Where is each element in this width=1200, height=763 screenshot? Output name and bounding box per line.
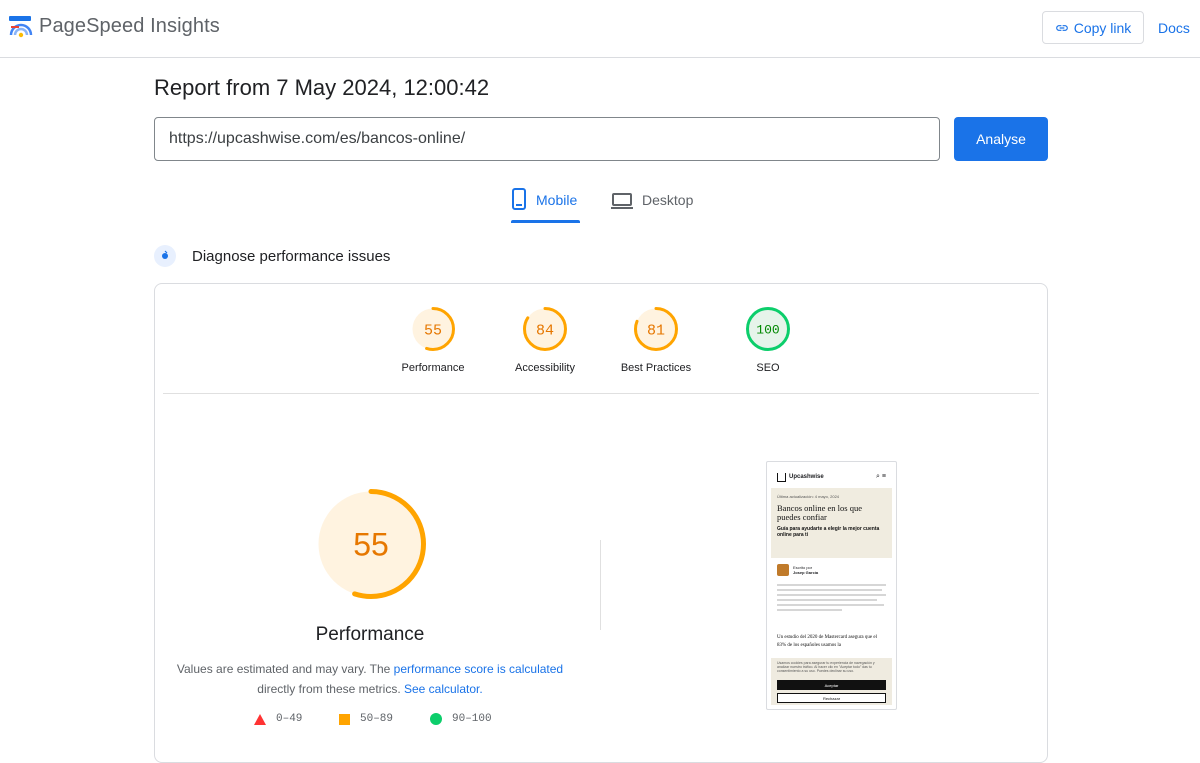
gauge-label: Performance bbox=[401, 362, 465, 374]
legend-range: 90–100 bbox=[452, 713, 492, 725]
site-heading: Bancos online en los que puedes confiar bbox=[777, 503, 862, 522]
gauge-seo[interactable]: 100 SEO bbox=[713, 306, 823, 374]
url-input[interactable] bbox=[154, 117, 940, 161]
section-divider bbox=[600, 540, 601, 630]
note-text: Values are estimated and may vary. The bbox=[176, 662, 394, 676]
gauge-score: 84 bbox=[536, 322, 554, 339]
author-name: Josep García bbox=[793, 570, 819, 575]
note-text: directly from these metrics. bbox=[257, 682, 404, 696]
cookie-reject-button: Rechazar bbox=[777, 693, 886, 703]
pagespeed-logo-icon bbox=[9, 16, 33, 38]
gauge-score: 81 bbox=[647, 322, 665, 339]
site-date: Última actualización: 4 mayo, 2024 bbox=[777, 494, 840, 499]
legend-poor: 0–49 bbox=[254, 713, 302, 725]
diagnose-icon bbox=[154, 245, 176, 267]
performance-gauge-large: 55 bbox=[316, 489, 426, 599]
brand-name: PageSpeed Insights bbox=[39, 15, 220, 37]
active-tab-indicator bbox=[511, 220, 580, 223]
site-brand: Upcashwise bbox=[789, 474, 824, 480]
score-calculated-link[interactable]: performance score is calculated bbox=[394, 662, 563, 676]
cookie-banner: Usamos cookies para asegurar tu experien… bbox=[771, 658, 892, 705]
site-author: Escrito por Josep García bbox=[777, 564, 818, 576]
site-menu-icon: ⌕ ≡ bbox=[876, 473, 886, 480]
gauge-label: SEO bbox=[756, 362, 780, 374]
circle-icon bbox=[430, 713, 442, 725]
cookie-text: Usamos cookies para asegurar tu experien… bbox=[777, 661, 875, 673]
gauge-ring: 100 bbox=[746, 307, 790, 351]
mobile-icon bbox=[512, 188, 526, 210]
link-icon bbox=[1055, 24, 1068, 31]
copy-link-label: Copy link bbox=[1073, 19, 1132, 36]
gauge-best-practices[interactable]: 81 Best Practices bbox=[601, 306, 711, 374]
screenshot-hero: Última actualización: 4 mayo, 2024 Banco… bbox=[771, 488, 892, 558]
square-icon bbox=[339, 713, 350, 725]
screenshot-header: Upcashwise ⌕ ≡ bbox=[771, 466, 892, 488]
gauge-ring: 84 bbox=[523, 307, 567, 351]
see-calculator-link[interactable]: See calculator. bbox=[404, 682, 483, 696]
avatar bbox=[777, 564, 789, 576]
site-text-lines bbox=[777, 584, 886, 614]
legend-average: 50–89 bbox=[339, 713, 393, 725]
gauge-accessibility[interactable]: 84 Accessibility bbox=[490, 306, 600, 374]
docs-link[interactable]: Docs bbox=[1158, 20, 1190, 36]
gauge-ring: 55 bbox=[411, 307, 455, 351]
tab-mobile[interactable]: Mobile bbox=[511, 188, 577, 224]
analyse-button[interactable]: Analyse bbox=[954, 117, 1048, 161]
legend-range: 0–49 bbox=[276, 713, 303, 725]
gauge-ring: 81 bbox=[634, 307, 678, 351]
diagnose-heading: Diagnose performance issues bbox=[192, 248, 391, 265]
gauge-score: 100 bbox=[756, 323, 779, 338]
page-title: Report from 7 May 2024, 12:00:42 bbox=[154, 75, 490, 100]
tab-desktop-label: Desktop bbox=[642, 192, 694, 208]
cookie-accept-button: Aceptar bbox=[777, 680, 886, 690]
card-divider bbox=[163, 393, 1039, 394]
gauge-performance[interactable]: 55 Performance bbox=[378, 306, 488, 374]
tab-desktop[interactable]: Desktop bbox=[611, 188, 693, 224]
site-logo-icon bbox=[777, 472, 786, 482]
triangle-icon bbox=[254, 713, 266, 725]
legend-good: 90–100 bbox=[430, 713, 492, 725]
site-body-text: Un estudio del 2020 de Mastercard asegur… bbox=[777, 635, 877, 648]
performance-title: Performance bbox=[315, 624, 425, 645]
screenshot-content: Upcashwise ⌕ ≡ Última actualización: 4 m… bbox=[771, 466, 892, 705]
gauge-label: Accessibility bbox=[515, 362, 575, 374]
copy-link-button[interactable]: Copy link bbox=[1042, 11, 1144, 44]
desktop-icon bbox=[611, 193, 633, 209]
tab-mobile-label: Mobile bbox=[536, 192, 578, 208]
gauge-score: 55 bbox=[424, 322, 442, 339]
site-subheading: Guía para ayudarte a elegir la mejor cue… bbox=[777, 526, 880, 538]
gauge-score: 55 bbox=[353, 527, 389, 563]
performance-note: Values are estimated and may vary. The p… bbox=[170, 659, 570, 699]
gauge-label: Best Practices bbox=[620, 362, 692, 374]
page-screenshot: Upcashwise ⌕ ≡ Última actualización: 4 m… bbox=[766, 461, 897, 710]
top-bar: PageSpeed Insights Copy link Docs bbox=[0, 0, 1200, 58]
legend-range: 50–89 bbox=[360, 713, 394, 725]
